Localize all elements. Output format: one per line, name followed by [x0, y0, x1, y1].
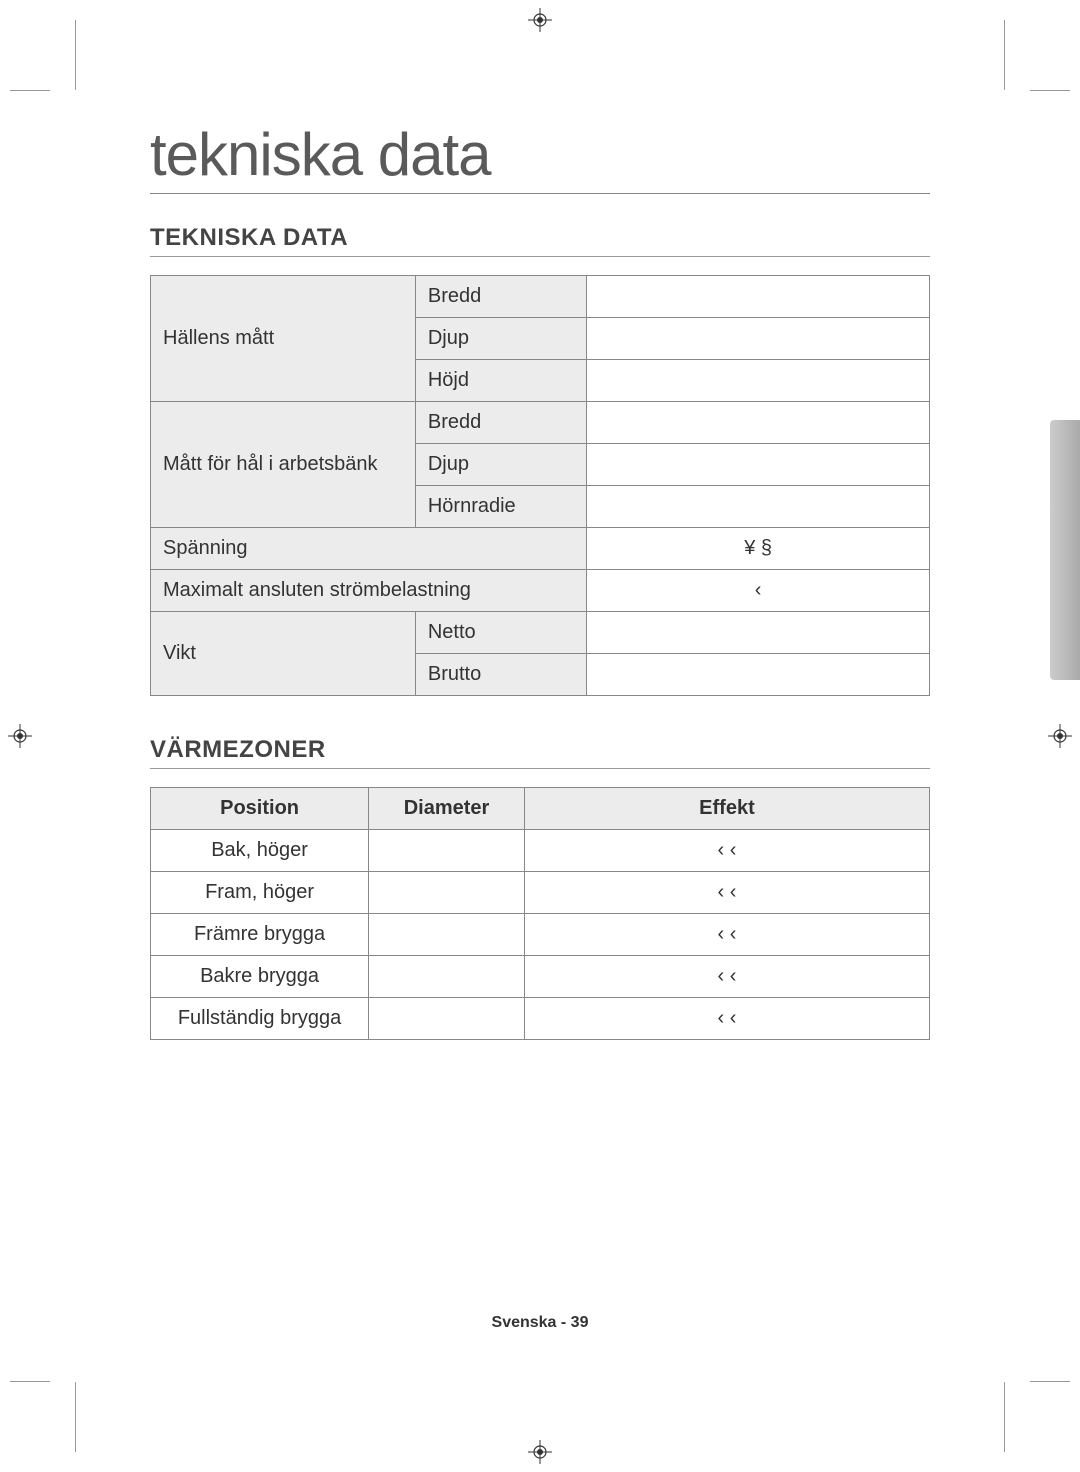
- zone-diameter: [369, 830, 525, 872]
- spanning-value: ¥ §: [587, 528, 930, 570]
- djup2-label: Djup: [415, 444, 586, 486]
- col-effekt: Effekt: [524, 788, 929, 830]
- page-footer: Svenska - 39: [80, 1314, 1000, 1332]
- zone-position: Fullständig brygga: [151, 998, 369, 1040]
- table-row: Bakre brygga ‹ ‹: [151, 956, 930, 998]
- table-row: Fullständig brygga ‹ ‹: [151, 998, 930, 1040]
- zone-effekt: ‹ ‹: [524, 914, 929, 956]
- zone-effekt: ‹ ‹: [524, 830, 929, 872]
- netto-label: Netto: [415, 612, 586, 654]
- spanning-label: Spänning: [151, 528, 587, 570]
- zone-effekt: ‹ ‹: [524, 998, 929, 1040]
- max-load-value: ‹: [587, 570, 930, 612]
- hojd-value: [587, 360, 930, 402]
- hojd-label: Höjd: [415, 360, 586, 402]
- matt-for-hal-label: Mått för hål i arbetsbänk: [151, 402, 416, 528]
- page-title: tekniska data: [150, 120, 930, 194]
- bredd-value: [587, 276, 930, 318]
- zone-diameter: [369, 956, 525, 998]
- zone-effekt: ‹ ‹: [524, 956, 929, 998]
- zone-position: Bak, höger: [151, 830, 369, 872]
- vikt-label: Vikt: [151, 612, 416, 696]
- varmezoner-heading: VÄRMEZONER: [150, 736, 930, 769]
- table-row: Bak, höger ‹ ‹: [151, 830, 930, 872]
- djup-label: Djup: [415, 318, 586, 360]
- hornradie-value: [587, 486, 930, 528]
- djup-value: [587, 318, 930, 360]
- max-load-label: Maximalt ansluten strömbelastning: [151, 570, 587, 612]
- page-tab: [1050, 420, 1080, 680]
- hornradie-label: Hörnradie: [415, 486, 586, 528]
- zone-diameter: [369, 872, 525, 914]
- netto-value: [587, 612, 930, 654]
- bredd2-value: [587, 402, 930, 444]
- zone-effekt: ‹ ‹: [524, 872, 929, 914]
- hallens-matt-label: Hällens mått: [151, 276, 416, 402]
- zone-position: Fram, höger: [151, 872, 369, 914]
- varmezoner-table: Position Diameter Effekt Bak, höger ‹ ‹ …: [150, 787, 930, 1040]
- registration-mark-icon: [528, 8, 552, 32]
- registration-mark-icon: [1048, 724, 1072, 748]
- zone-diameter: [369, 998, 525, 1040]
- brutto-label: Brutto: [415, 654, 586, 696]
- djup2-value: [587, 444, 930, 486]
- brutto-value: [587, 654, 930, 696]
- table-row: Fram, höger ‹ ‹: [151, 872, 930, 914]
- registration-mark-icon: [8, 724, 32, 748]
- col-diameter: Diameter: [369, 788, 525, 830]
- registration-mark-icon: [528, 1440, 552, 1464]
- bredd-label: Bredd: [415, 276, 586, 318]
- zone-position: Bakre brygga: [151, 956, 369, 998]
- bredd2-label: Bredd: [415, 402, 586, 444]
- page-content: tekniska data TEKNISKA DATA Hällens mått…: [80, 90, 1000, 1382]
- col-position: Position: [151, 788, 369, 830]
- zone-position: Främre brygga: [151, 914, 369, 956]
- table-row: Främre brygga ‹ ‹: [151, 914, 930, 956]
- zone-diameter: [369, 914, 525, 956]
- tekniska-data-heading: TEKNISKA DATA: [150, 224, 930, 257]
- tekniska-data-table: Hällens mått Bredd Djup Höjd Mått för hå…: [150, 275, 930, 696]
